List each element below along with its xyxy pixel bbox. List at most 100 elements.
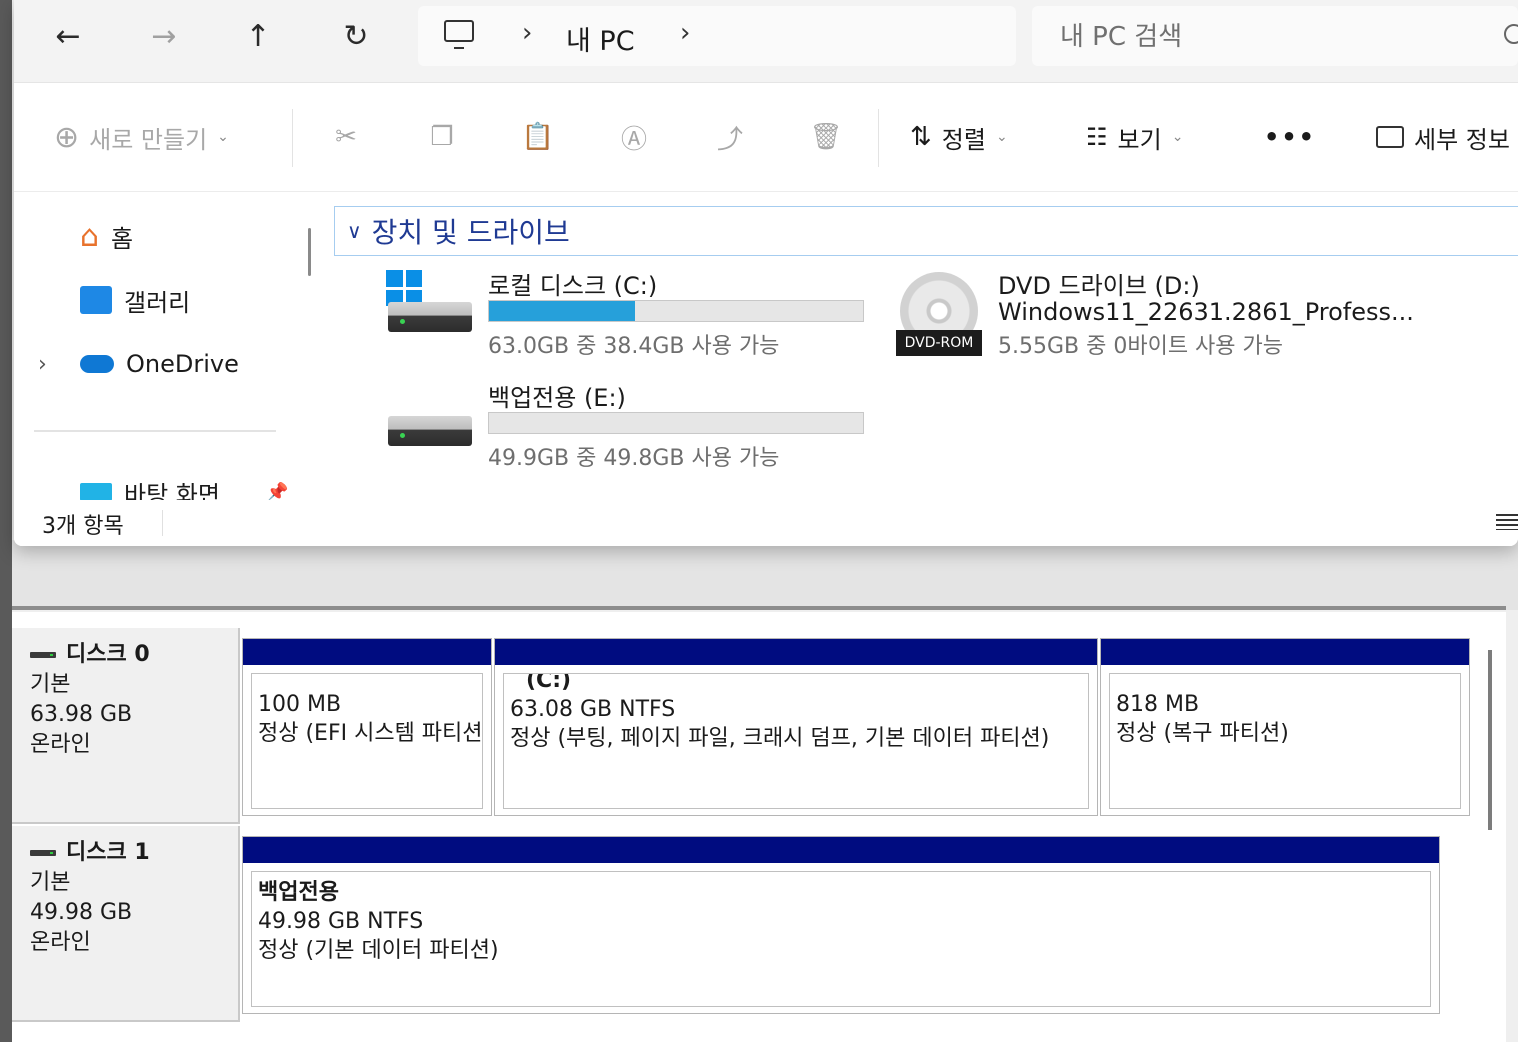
usage-bar-fill	[489, 301, 635, 321]
window-edge	[0, 0, 12, 1042]
partition-backup[interactable]: 백업전용 49.98 GB NTFS 정상 (기본 데이터 파티션)	[242, 836, 1440, 1014]
view-label: 보기	[1117, 125, 1162, 154]
drive-free-space: 63.0GB 중 38.4GB 사용 가능	[488, 334, 780, 359]
drive-free-space: 49.9GB 중 49.8GB 사용 가능	[488, 446, 780, 471]
disk-row-1: 디스크 1 기본 49.98 GB 온라인 백업전용 49.98 GB NTFS…	[12, 826, 1474, 1022]
content-pane: ∨ 장치 및 드라이브 로컬 디스크 (C:) 63.0GB 중 38.4GB …	[324, 192, 1518, 502]
disk-name: 디스크 0	[66, 642, 150, 667]
sidebar-item-home[interactable]: ⌂ 홈	[80, 216, 133, 256]
toolbar-separator	[292, 109, 293, 167]
partition-size: 49.98 GB NTFS	[258, 909, 424, 934]
cloud-icon	[80, 355, 114, 373]
trash-icon: 🗑	[809, 122, 843, 152]
refresh-icon: ↻	[343, 18, 369, 54]
drive-c[interactable]: 로컬 디스크 (C:) 63.0GB 중 38.4GB 사용 가능	[364, 262, 884, 362]
details-pane-button[interactable]: 세부 정보	[1376, 119, 1510, 155]
chevron-right-icon[interactable]: ›	[680, 18, 690, 48]
disk-name: 디스크 1	[66, 840, 150, 865]
partition-efi[interactable]: 100 MB 정상 (EFI 시스템 파티션)	[242, 638, 492, 816]
disk-info-0[interactable]: 디스크 0 기본 63.98 GB 온라인	[12, 628, 240, 824]
details-view-icon[interactable]	[1496, 514, 1518, 530]
chevron-down-icon: ⌄	[995, 129, 1008, 145]
partition-size: 100 MB	[258, 692, 342, 717]
rename-icon: Ⓐ	[620, 124, 647, 155]
details-label: 세부 정보	[1414, 125, 1510, 154]
vertical-scrollbar[interactable]	[1488, 650, 1492, 830]
disk-state: 온라인	[30, 930, 91, 955]
partition-bar	[1101, 639, 1469, 665]
drive-title: 로컬 디스크 (C:)	[488, 272, 658, 300]
new-button[interactable]: ⊕ 새로 만들기 ⌄	[54, 119, 229, 155]
disk-state: 온라인	[30, 732, 91, 757]
drive-d-dvd[interactable]: DVD-ROM DVD 드라이브 (D:) Windows11_22631.28…	[884, 262, 1504, 362]
item-count: 3개 항목	[42, 514, 124, 539]
delete-button[interactable]: 🗑	[808, 119, 844, 155]
chevron-down-icon: ⌄	[217, 129, 229, 145]
group-header-devices[interactable]: ∨ 장치 및 드라이브	[334, 206, 1518, 256]
file-explorer-window: ← → ↑ ↻ › 내 PC › ⊕ 새로 만들기 ⌄ ✂ ❐ 📋 Ⓐ ⤴ 🗑 …	[14, 0, 1518, 546]
disk-icon	[30, 850, 56, 856]
drive-e[interactable]: 백업전용 (E:) 49.9GB 중 49.8GB 사용 가능	[364, 374, 884, 474]
desktop-icon	[80, 483, 112, 501]
sidebar-item-onedrive[interactable]: OneDrive	[80, 344, 239, 384]
partition-bar	[243, 837, 1439, 863]
plus-circle-icon: ⊕	[54, 119, 80, 155]
sidebar-item-label: OneDrive	[126, 350, 239, 378]
arrow-left-icon: ←	[55, 18, 81, 54]
clipboard-icon: 📋	[521, 122, 555, 152]
sidebar-item-label: 홈	[111, 224, 134, 253]
sort-label: 정렬	[941, 125, 986, 154]
chevron-right-icon[interactable]: ›	[38, 352, 47, 377]
drive-title: DVD 드라이브 (D:)	[998, 272, 1200, 300]
drive-title: 백업전용 (E:)	[488, 384, 626, 412]
hard-drive-icon	[388, 302, 472, 332]
partition-status: 정상 (부팅, 페이지 파일, 크래시 덤프, 기본 데이터 파티션)	[510, 726, 1050, 751]
partition-title: (C:)	[526, 673, 572, 693]
back-button[interactable]: ←	[46, 16, 90, 56]
paste-button[interactable]: 📋	[520, 119, 556, 155]
search-box[interactable]	[1032, 6, 1518, 66]
search-input[interactable]	[1058, 18, 1492, 56]
pane-splitter[interactable]	[12, 606, 1506, 610]
up-button[interactable]: ↑	[236, 16, 280, 56]
breadcrumb-this-pc[interactable]: 내 PC	[566, 19, 635, 58]
disk-size: 63.98 GB	[30, 702, 133, 727]
rename-button[interactable]: Ⓐ	[616, 119, 652, 155]
dvd-rom-badge: DVD-ROM	[896, 330, 982, 356]
disk-type: 기본	[30, 870, 71, 895]
forward-button[interactable]: →	[142, 16, 186, 56]
share-button[interactable]: ⤴	[712, 119, 748, 155]
view-button[interactable]: ☷ 보기 ⌄	[1086, 119, 1183, 155]
search-icon	[1504, 24, 1518, 44]
hard-drive-icon	[388, 416, 472, 446]
partition-status: 정상 (EFI 시스템 파티션)	[258, 721, 483, 746]
drive-free-space: 5.55GB 중 0바이트 사용 가능	[998, 334, 1284, 359]
refresh-button[interactable]: ↻	[334, 16, 378, 56]
chevron-down-icon: ⌄	[1171, 129, 1184, 145]
address-box[interactable]: › 내 PC ›	[418, 6, 1016, 66]
cut-button[interactable]: ✂	[328, 119, 364, 155]
copy-icon: ❐	[430, 122, 454, 152]
arrow-right-icon: →	[151, 18, 177, 54]
gallery-icon	[80, 286, 112, 314]
more-options-button[interactable]: •••	[1264, 119, 1316, 155]
windows-logo-icon	[386, 270, 422, 306]
sidebar-scrollbar[interactable]	[308, 228, 311, 276]
partition-c[interactable]: (C:) 63.08 GB NTFS 정상 (부팅, 페이지 파일, 크래시 덤…	[494, 638, 1098, 816]
dvd-icon: DVD-ROM	[896, 272, 982, 358]
sort-button[interactable]: ⇅ 정렬 ⌄	[910, 119, 1008, 155]
copy-button[interactable]: ❐	[424, 119, 460, 155]
chevron-right-icon[interactable]: ›	[522, 18, 532, 48]
sidebar-item-gallery[interactable]: 갤러리	[80, 280, 190, 320]
volume-list-area	[12, 540, 1518, 610]
disk-type: 기본	[30, 672, 71, 697]
disk-row-0: 디스크 0 기본 63.98 GB 온라인 100 MB 정상 (EFI 시스템…	[12, 628, 1474, 824]
more-icon: •••	[1264, 123, 1317, 151]
partition-recovery[interactable]: 818 MB 정상 (복구 파티션)	[1100, 638, 1470, 816]
address-bar-row: ← → ↑ ↻ › 내 PC ›	[14, 0, 1518, 83]
home-icon: ⌂	[80, 218, 100, 254]
usage-bar	[488, 300, 864, 322]
disk-info-1[interactable]: 디스크 1 기본 49.98 GB 온라인	[12, 826, 240, 1022]
partition-status: 정상 (복구 파티션)	[1116, 721, 1289, 746]
partition-bar	[495, 639, 1097, 665]
